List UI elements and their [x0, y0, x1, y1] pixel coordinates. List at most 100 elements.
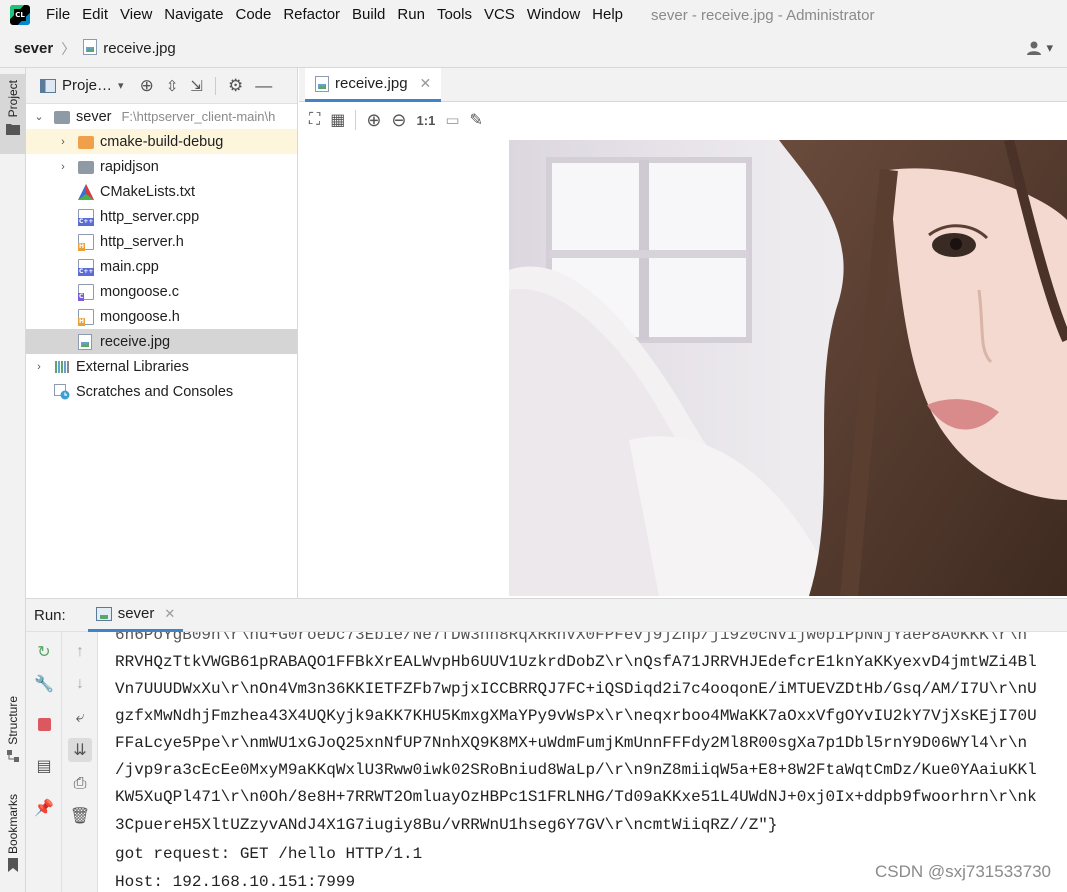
- header-file-icon: H: [78, 233, 94, 251]
- menu-run[interactable]: Run: [391, 0, 431, 30]
- stripe-bookmarks-button[interactable]: Bookmarks: [0, 794, 26, 873]
- console-line: Vn7UUUDWxXu\r\nOn4Vm3n36KKIETFZFb7wpjxIC…: [115, 680, 1037, 698]
- print-icon[interactable]: ⎙: [68, 772, 92, 796]
- tree-item-main-cpp[interactable]: C++ main.cpp: [26, 254, 297, 279]
- tree-item-label: http_server.cpp: [100, 208, 200, 225]
- tree-item-label: main.cpp: [100, 258, 159, 275]
- grid-icon[interactable]: ▦: [330, 110, 345, 130]
- tree-item-http-server-h[interactable]: H http_server.h: [26, 229, 297, 254]
- menu-view[interactable]: View: [114, 0, 158, 30]
- project-pane-title: Proje…: [62, 77, 113, 94]
- tree-item-http-server-cpp[interactable]: C++ http_server.cpp: [26, 204, 297, 229]
- tree-item-mongoose-c[interactable]: C mongoose.c: [26, 279, 297, 304]
- gear-icon[interactable]: ⚙: [228, 76, 243, 96]
- chevron-right-icon[interactable]: ›: [56, 136, 70, 148]
- structure-icon: [7, 749, 19, 762]
- project-pane-header: Proje… ▾ ⊕ ⇳ ⇲ ⚙ —: [26, 68, 297, 104]
- bookmark-icon: [8, 858, 18, 873]
- tree-item-label: Scratches and Consoles: [76, 383, 234, 400]
- menu-code[interactable]: Code: [229, 0, 277, 30]
- arrow-down-icon[interactable]: ↓: [68, 672, 92, 696]
- close-icon[interactable]: ✕: [164, 606, 175, 622]
- tab-run-sever[interactable]: sever ✕: [87, 598, 184, 632]
- menu-help[interactable]: Help: [586, 0, 629, 30]
- close-icon[interactable]: ✕: [420, 75, 432, 92]
- tree-root-sever[interactable]: ⌄ sever F:\httpserver_client-main\h: [26, 104, 297, 129]
- run-toolbar-secondary: ↑ ↓ ⤶ ⇊ ⎙ 🗑: [62, 632, 98, 892]
- rerun-icon[interactable]: ↻: [32, 640, 56, 664]
- tree-root-path: F:\httpserver_client-main\h: [121, 109, 276, 124]
- breadcrumb-file[interactable]: receive.jpg: [103, 40, 176, 57]
- chevron-right-icon[interactable]: ›: [32, 361, 46, 373]
- folder-icon: [54, 111, 70, 124]
- stop-icon[interactable]: [32, 712, 56, 736]
- stripe-structure-button[interactable]: Structure: [0, 696, 26, 763]
- arrow-up-icon[interactable]: ↑: [68, 640, 92, 664]
- console-line: Host: 192.168.10.151:7999: [115, 873, 356, 891]
- tree-root-name: sever: [76, 108, 112, 125]
- tree-scratches-consoles[interactable]: Scratches and Consoles: [26, 379, 297, 404]
- toolbar-divider: [214, 76, 216, 95]
- stripe-project-button[interactable]: Project: [0, 74, 26, 154]
- console-line: FFaLcye5Ppe\r\nmWU1xGJoQ25xnNfUP7NnhXQ9K…: [115, 734, 1028, 752]
- breadcrumb-project[interactable]: sever: [14, 40, 53, 57]
- user-account-button[interactable]: ▾: [1026, 40, 1053, 56]
- cpp-file-icon: C++: [78, 208, 95, 226]
- chevron-down-icon: ▾: [1046, 40, 1053, 55]
- hide-icon[interactable]: —: [255, 76, 272, 96]
- tree-item-cmake-build-debug[interactable]: › cmake-build-debug: [26, 129, 297, 154]
- image-file-icon: [78, 333, 94, 350]
- tree-item-label: cmake-build-debug: [100, 133, 224, 150]
- scroll-to-end-icon[interactable]: ⇊: [68, 738, 92, 762]
- soft-wrap-icon[interactable]: ⤶: [68, 706, 92, 730]
- library-icon: [54, 359, 70, 375]
- image-file-icon: [315, 75, 329, 92]
- c-file-icon: C: [78, 283, 94, 301]
- image-viewer: [299, 138, 1067, 598]
- tab-receive-jpg[interactable]: receive.jpg ✕: [305, 68, 442, 102]
- run-toolbar-primary: ↻ 🔧 ▤ 📌: [26, 632, 62, 892]
- cpp-file-icon: C++: [78, 258, 95, 276]
- editor-tab-bar: receive.jpg ✕: [299, 68, 1067, 102]
- zoom-out-icon[interactable]: ⊖: [391, 110, 406, 131]
- console-line: KW5XuQPl471\r\n0Oh/8e8H+7RRWT2OmluayOzHB…: [115, 788, 1037, 806]
- locate-file-icon[interactable]: ⊕: [140, 76, 154, 96]
- menu-edit[interactable]: Edit: [76, 0, 114, 30]
- project-tool-window: Proje… ▾ ⊕ ⇳ ⇲ ⚙ — ⌄ sever F:\httpserver…: [26, 68, 298, 598]
- pin-icon[interactable]: 📌: [32, 796, 56, 820]
- menu-vcs[interactable]: VCS: [478, 0, 521, 30]
- menu-refactor[interactable]: Refactor: [277, 0, 346, 30]
- zoom-in-icon[interactable]: ⊕: [366, 110, 381, 131]
- tree-item-label: External Libraries: [76, 358, 189, 375]
- project-view-selector[interactable]: Proje… ▾: [40, 77, 124, 94]
- menu-navigate[interactable]: Navigate: [158, 0, 229, 30]
- navigation-bar: sever 〉 receive.jpg ▾: [0, 30, 1067, 68]
- wrench-icon[interactable]: 🔧: [32, 672, 56, 696]
- tree-item-receive-jpg[interactable]: receive.jpg: [26, 329, 297, 354]
- menu-tools[interactable]: Tools: [431, 0, 478, 30]
- expand-all-icon[interactable]: ⇳: [166, 77, 179, 95]
- color-picker-icon[interactable]: ✎: [470, 110, 483, 130]
- chevron-right-icon[interactable]: ›: [56, 161, 70, 173]
- menu-build[interactable]: Build: [346, 0, 391, 30]
- folder-icon: [78, 136, 94, 149]
- user-icon: [1027, 41, 1042, 55]
- console-line: 6n6PoYgB09n\r\nd+G0roeDc73Eb1e/Ne7fDW3nn…: [115, 632, 1028, 644]
- tab-label: receive.jpg: [335, 75, 408, 92]
- menu-file[interactable]: File: [40, 0, 76, 30]
- clion-logo-icon[interactable]: CL: [10, 5, 30, 25]
- collapse-all-icon[interactable]: ⇲: [190, 77, 203, 95]
- fit-zoom-icon[interactable]: ⛶: [309, 111, 320, 129]
- header-file-icon: H: [78, 308, 94, 326]
- layout-icon[interactable]: ▤: [32, 754, 56, 778]
- tree-external-libraries[interactable]: › External Libraries: [26, 354, 297, 379]
- fit-window-icon[interactable]: ▭: [445, 111, 459, 129]
- tree-item-mongoose-h[interactable]: H mongoose.h: [26, 304, 297, 329]
- run-console-output[interactable]: 6n6PoYgB09n\r\nd+G0roeDc73Eb1e/Ne7fDW3nn…: [99, 632, 1067, 892]
- tree-item-cmakelists[interactable]: CMakeLists.txt: [26, 179, 297, 204]
- actual-size-button[interactable]: 1:1: [417, 113, 436, 128]
- tree-item-rapidjson[interactable]: › rapidjson: [26, 154, 297, 179]
- chevron-down-icon[interactable]: ⌄: [32, 110, 46, 123]
- trash-icon[interactable]: 🗑: [68, 804, 92, 828]
- menu-window[interactable]: Window: [521, 0, 586, 30]
